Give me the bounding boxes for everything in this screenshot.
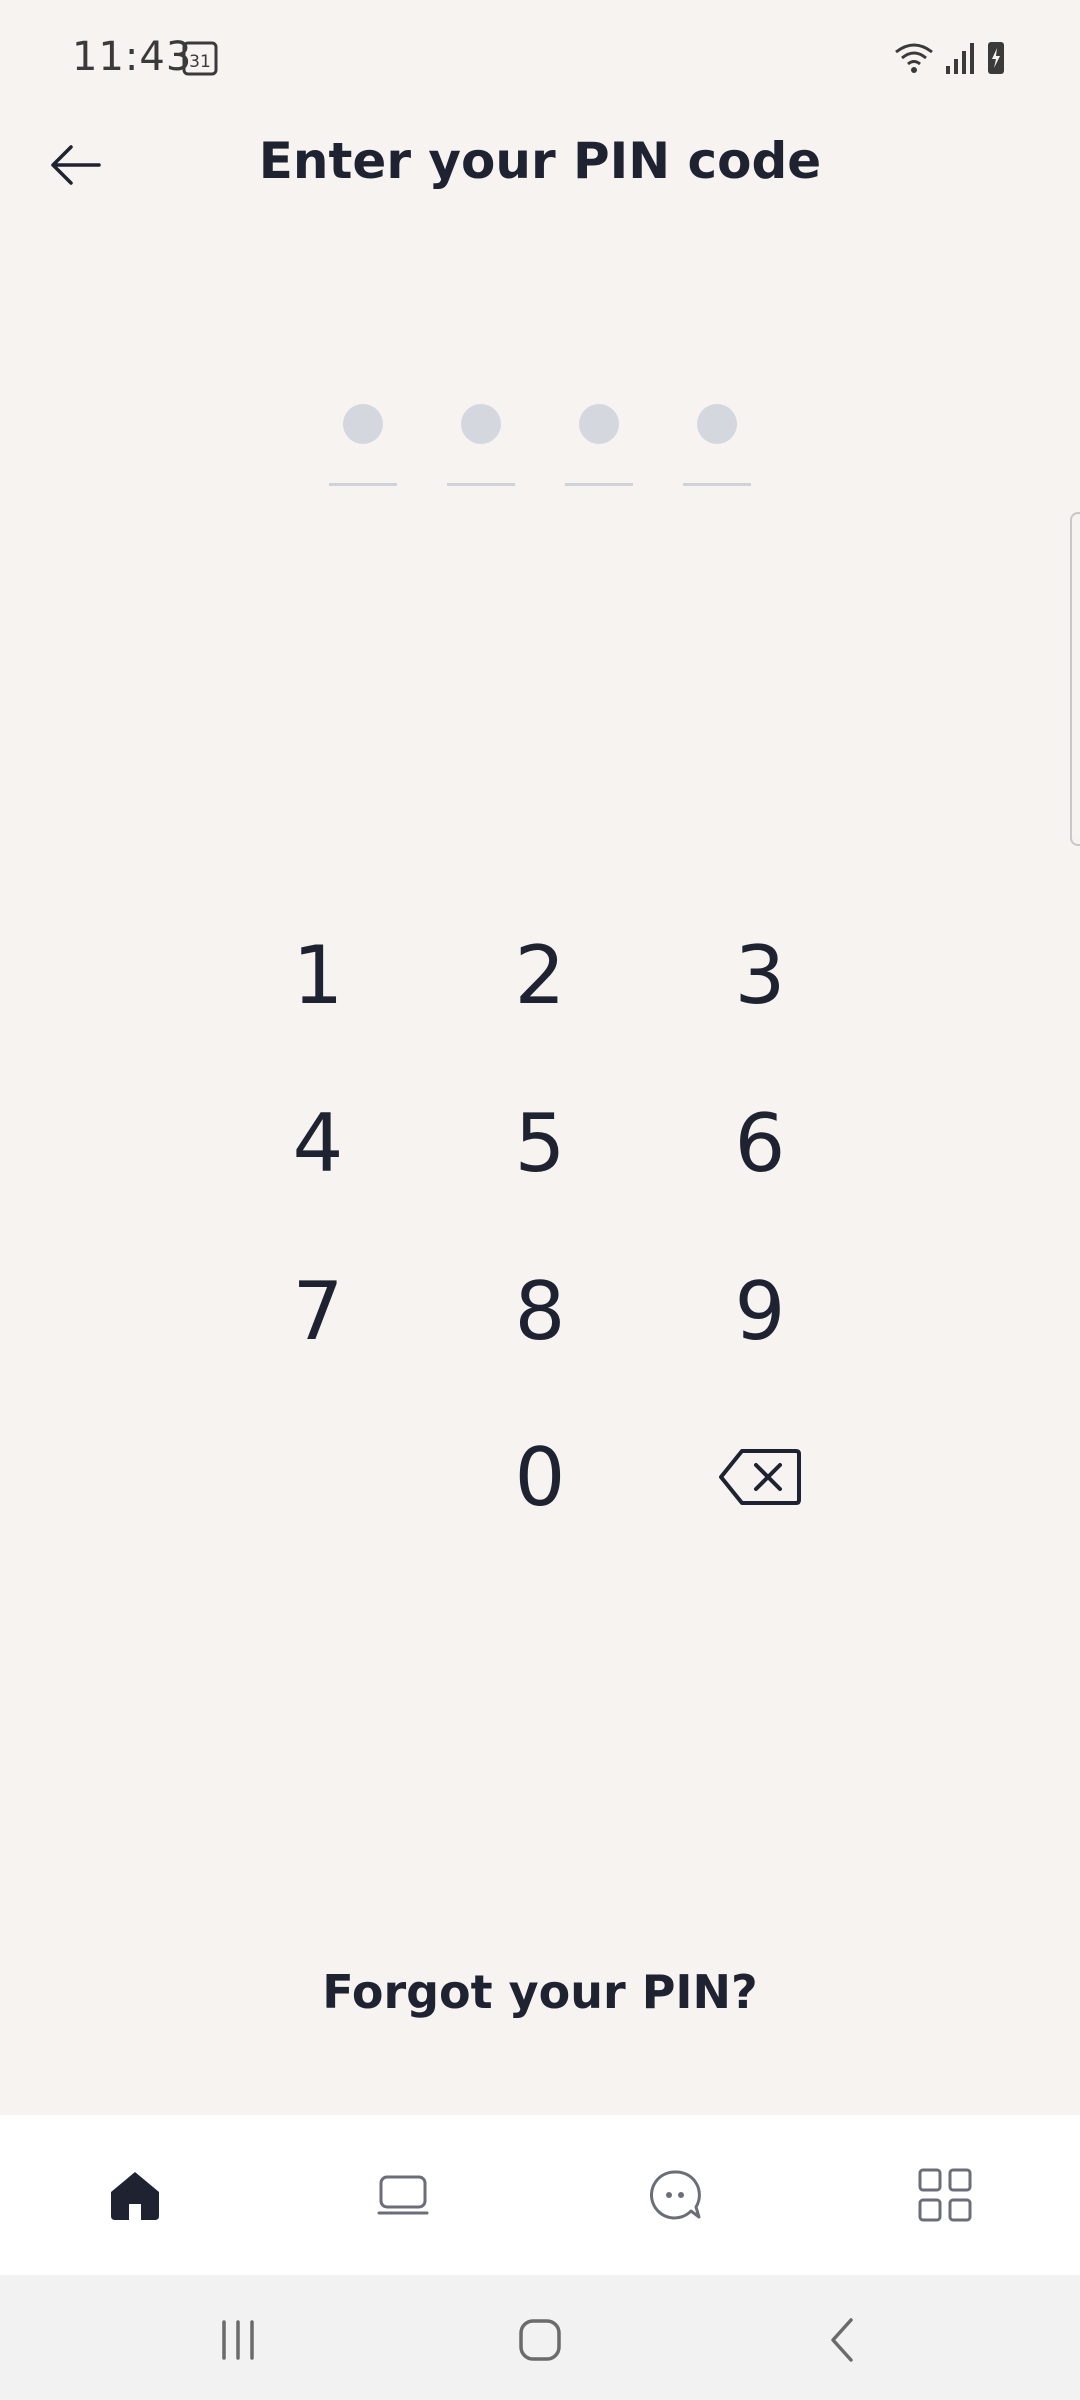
pin-underline: [683, 483, 751, 486]
pin-slot: [329, 390, 397, 486]
key-8[interactable]: 8: [465, 1246, 615, 1376]
edge-panel-handle[interactable]: [1070, 512, 1080, 846]
key-4[interactable]: 4: [243, 1078, 393, 1208]
chat-icon: [650, 2170, 701, 2220]
key-3[interactable]: 3: [685, 910, 835, 1040]
recent-apps-button[interactable]: [203, 2305, 273, 2375]
pin-dot: [697, 404, 737, 444]
wifi-icon: [895, 43, 933, 73]
key-6[interactable]: 6: [685, 1078, 835, 1208]
key-7[interactable]: 7: [243, 1246, 393, 1376]
recent-apps-icon: [222, 2320, 254, 2360]
home-icon: [111, 2172, 159, 2220]
backspace-icon: [719, 1449, 801, 1505]
key-1[interactable]: 1: [243, 910, 393, 1040]
nav-menu[interactable]: [905, 2160, 985, 2230]
key-2[interactable]: 2: [465, 910, 615, 1040]
pin-dot: [579, 404, 619, 444]
pin-slot: [447, 390, 515, 486]
nav-home[interactable]: [95, 2160, 175, 2230]
status-bar: 11:43 31: [0, 0, 1080, 120]
svg-text:31: 31: [189, 52, 211, 72]
chevron-left-icon: [831, 2318, 853, 2362]
system-back-button[interactable]: [808, 2305, 878, 2375]
device-icon: [377, 2175, 429, 2215]
pin-slot: [565, 390, 633, 486]
key-9[interactable]: 9: [685, 1246, 835, 1376]
pin-dot: [343, 404, 383, 444]
pin-underline: [447, 483, 515, 486]
grid-icon: [918, 2168, 972, 2222]
key-0[interactable]: 0: [465, 1412, 615, 1542]
calendar-icon: 31: [182, 41, 218, 76]
nav-device[interactable]: [363, 2160, 443, 2230]
forgot-pin-link[interactable]: Forgot your PIN?: [0, 1965, 1080, 2019]
home-button[interactable]: [505, 2305, 575, 2375]
pin-indicator: [0, 390, 1080, 486]
signal-icon: [946, 43, 974, 74]
home-circle-icon: [519, 2319, 561, 2361]
backspace-button[interactable]: [685, 1412, 835, 1542]
pin-slot: [683, 390, 751, 486]
battery-icon: [988, 42, 1004, 74]
status-time: 11:43: [72, 34, 193, 80]
pin-underline: [329, 483, 397, 486]
key-5[interactable]: 5: [465, 1078, 615, 1208]
system-nav-bar: [0, 2275, 1080, 2400]
pin-underline: [565, 483, 633, 486]
nav-chat[interactable]: [635, 2160, 715, 2230]
page-title: Enter your PIN code: [258, 132, 822, 190]
header: Enter your PIN code: [0, 120, 1080, 210]
bottom-nav: [0, 2115, 1080, 2275]
pin-dot: [461, 404, 501, 444]
